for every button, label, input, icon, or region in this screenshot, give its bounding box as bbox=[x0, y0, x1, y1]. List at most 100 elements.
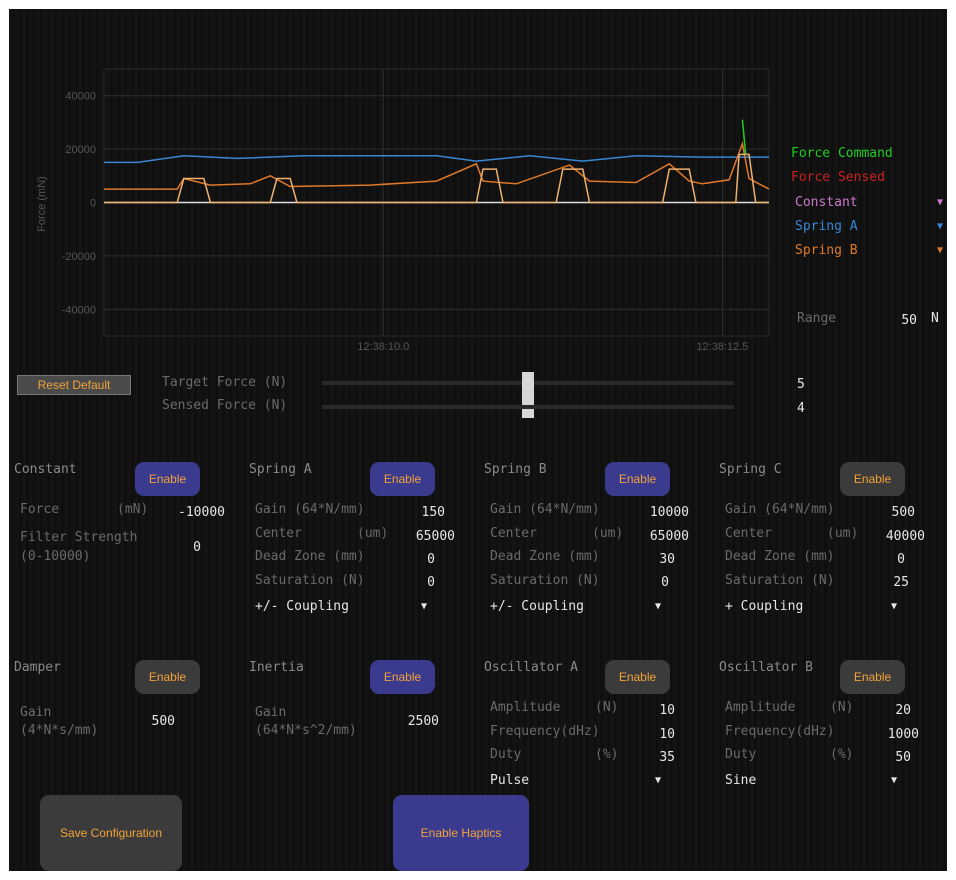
spring-c-coupling-chevron-down-icon[interactable]: ▼ bbox=[891, 601, 897, 612]
oscillator-b-amplitude-value[interactable]: 20 bbox=[879, 703, 911, 718]
spring-c-saturation-label: Saturation (N) bbox=[725, 573, 835, 588]
series-spring-a bbox=[104, 155, 769, 164]
force-value[interactable]: -10000 bbox=[155, 505, 225, 520]
spring-b-dead-zone-value[interactable]: 30 bbox=[639, 552, 675, 567]
oscillator-b-duty-value[interactable]: 50 bbox=[879, 750, 911, 765]
spring-c-title: Spring C bbox=[719, 462, 782, 477]
y-tick-labels: 40000 20000 0 -20000 -40000 bbox=[62, 91, 96, 317]
spring-a-gain-value[interactable]: 150 bbox=[389, 505, 445, 520]
oscillator-a-frequency-label: Frequency(dHz) bbox=[490, 724, 600, 739]
force-label: Force bbox=[20, 502, 60, 517]
spring-a-coupling-select[interactable]: +/- Coupling bbox=[255, 599, 349, 614]
spring-b-saturation-value[interactable]: 0 bbox=[639, 575, 669, 590]
oscillator-a-title: Oscillator A bbox=[484, 660, 578, 675]
sensed-force-bar bbox=[322, 405, 734, 409]
legend-spring-a[interactable]: Spring A bbox=[795, 219, 858, 234]
spring-b-center-label: Center bbox=[490, 526, 537, 541]
constant-dropdown-icon[interactable]: ▼ bbox=[937, 197, 943, 208]
filter-strength-range: (0-10000) bbox=[20, 549, 91, 564]
legend-spring-b[interactable]: Spring B bbox=[795, 243, 858, 258]
spring-b-gain-value[interactable]: 10000 bbox=[621, 505, 689, 520]
inertia-enable-button[interactable]: Enable bbox=[370, 660, 435, 694]
target-force-value: 5 bbox=[797, 377, 805, 392]
save-configuration-button[interactable]: Save Configuration bbox=[40, 795, 182, 871]
spring-b-saturation-label: Saturation (N) bbox=[490, 573, 600, 588]
range-value[interactable]: 50 bbox=[887, 313, 917, 328]
sensed-force-value: 4 bbox=[797, 401, 805, 416]
target-force-label: Target Force (N) bbox=[162, 375, 288, 390]
spring-c-gain-value[interactable]: 500 bbox=[861, 505, 915, 520]
constant-title: Constant bbox=[14, 462, 77, 477]
constant-enable-button[interactable]: Enable bbox=[135, 462, 200, 496]
spring-a-enable-button[interactable]: Enable bbox=[370, 462, 435, 496]
spring-c-dead-zone-value[interactable]: 0 bbox=[879, 552, 905, 567]
spring-c-saturation-value[interactable]: 25 bbox=[873, 575, 909, 590]
x-tick-label: 12:38:10.0 bbox=[357, 341, 409, 353]
oscillator-b-waveform-select[interactable]: Sine bbox=[725, 773, 756, 788]
spring-b-coupling-chevron-down-icon[interactable]: ▼ bbox=[655, 601, 661, 612]
inertia-gain-unit: (64*N*s^2/mm) bbox=[255, 723, 357, 738]
oscillator-a-waveform-chevron-down-icon[interactable]: ▼ bbox=[655, 775, 661, 786]
spring-a-center-value[interactable]: 65000 bbox=[389, 529, 455, 544]
enable-haptics-button[interactable]: Enable Haptics bbox=[393, 795, 529, 871]
oscillator-b-frequency-value[interactable]: 1000 bbox=[869, 727, 919, 742]
filter-strength-label: Filter Strength bbox=[20, 530, 138, 545]
spring-c-dead-zone-label: Dead Zone (mm) bbox=[725, 549, 835, 564]
spring-b-center-value[interactable]: 65000 bbox=[621, 529, 689, 544]
spring-a-center-unit: (um) bbox=[357, 526, 389, 541]
haptics-panel: 40000 20000 0 -20000 -40000 12:38:10.0 12:38:… bbox=[9, 9, 947, 871]
y-tick-label: -40000 bbox=[62, 304, 96, 316]
spring-c-enable-button[interactable]: Enable bbox=[840, 462, 905, 496]
sensed-force-label: Sensed Force (N) bbox=[162, 398, 288, 413]
range-label: Range bbox=[797, 311, 837, 326]
spring-a-dropdown-icon[interactable]: ▼ bbox=[937, 221, 943, 232]
oscillator-a-duty-label: Duty bbox=[490, 747, 522, 762]
damper-gain-unit: (4*N*s/mm) bbox=[20, 723, 99, 738]
oscillator-b-amplitude-label: Amplitude bbox=[725, 700, 796, 715]
legend-force-sensed: Force Sensed bbox=[791, 170, 885, 185]
series-constant bbox=[104, 153, 769, 204]
range-unit: N bbox=[931, 311, 939, 326]
legend-constant[interactable]: Constant bbox=[795, 195, 858, 210]
inertia-title: Inertia bbox=[249, 660, 304, 675]
legend-force-command: Force Command bbox=[791, 146, 893, 161]
oscillator-b-enable-button[interactable]: Enable bbox=[840, 660, 905, 694]
spring-a-dead-zone-value[interactable]: 0 bbox=[409, 552, 435, 567]
target-force-slider-handle[interactable] bbox=[522, 372, 534, 418]
x-tick-label: 12:38:12.5 bbox=[696, 341, 748, 353]
spring-b-dropdown-icon[interactable]: ▼ bbox=[937, 245, 943, 256]
filter-strength-value[interactable]: 0 bbox=[179, 540, 201, 555]
y-axis-label: Force (mN) bbox=[36, 176, 48, 232]
spring-a-coupling-chevron-down-icon[interactable]: ▼ bbox=[421, 601, 427, 612]
oscillator-b-duty-label: Duty bbox=[725, 747, 757, 762]
spring-b-enable-button[interactable]: Enable bbox=[605, 462, 670, 496]
oscillator-b-waveform-chevron-down-icon[interactable]: ▼ bbox=[891, 775, 897, 786]
y-tick-label: 20000 bbox=[65, 144, 96, 156]
oscillator-a-waveform-select[interactable]: Pulse bbox=[490, 773, 529, 788]
oscillator-a-duty-unit: (%) bbox=[595, 747, 619, 762]
oscillator-a-amplitude-value[interactable]: 10 bbox=[645, 703, 675, 718]
spring-c-coupling-select[interactable]: + Coupling bbox=[725, 599, 803, 614]
damper-enable-button[interactable]: Enable bbox=[135, 660, 200, 694]
damper-gain-label: Gain bbox=[20, 705, 52, 720]
spring-a-saturation-value[interactable]: 0 bbox=[409, 575, 435, 590]
spring-a-title: Spring A bbox=[249, 462, 312, 477]
inertia-gain-label: Gain bbox=[255, 705, 287, 720]
spring-c-center-value[interactable]: 40000 bbox=[857, 529, 925, 544]
damper-gain-value[interactable]: 500 bbox=[139, 714, 175, 729]
oscillator-a-frequency-value[interactable]: 10 bbox=[645, 727, 675, 742]
damper-title: Damper bbox=[14, 660, 61, 675]
spring-c-center-label: Center bbox=[725, 526, 772, 541]
y-tick-label: 0 bbox=[90, 198, 96, 210]
y-tick-label: -20000 bbox=[62, 251, 96, 263]
spring-a-dead-zone-label: Dead Zone (mm) bbox=[255, 549, 365, 564]
oscillator-a-duty-value[interactable]: 35 bbox=[645, 750, 675, 765]
chart-series bbox=[104, 119, 770, 204]
spring-a-gain-label: Gain (64*N/mm) bbox=[255, 502, 365, 517]
oscillator-a-enable-button[interactable]: Enable bbox=[605, 660, 670, 694]
spring-b-coupling-select[interactable]: +/- Coupling bbox=[490, 599, 584, 614]
inertia-gain-value[interactable]: 2500 bbox=[393, 714, 439, 729]
reset-default-button[interactable]: Reset Default bbox=[17, 375, 131, 395]
spring-b-dead-zone-label: Dead Zone (mm) bbox=[490, 549, 600, 564]
spring-b-gain-label: Gain (64*N/mm) bbox=[490, 502, 600, 517]
